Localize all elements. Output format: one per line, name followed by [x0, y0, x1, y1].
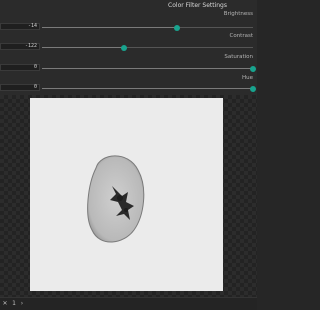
panel-title: Color Filter Settings [168, 2, 227, 9]
hue-slider[interactable] [42, 85, 256, 92]
saturation-input[interactable]: 0 [0, 64, 40, 71]
close-icon[interactable]: ✕ [1, 299, 9, 308]
bottom-toolbar: ✕ 1 › [0, 297, 257, 310]
saturation-slider[interactable] [42, 65, 256, 72]
hue-input[interactable]: 0 [0, 84, 40, 91]
contrast-slider[interactable] [42, 44, 253, 51]
hue-fill [42, 88, 253, 89]
brightness-slider[interactable] [42, 24, 253, 31]
hue-label: Hue [241, 75, 253, 81]
specimen-illustration [87, 155, 145, 243]
saturation-thumb[interactable] [250, 65, 256, 72]
preview-image [30, 98, 223, 291]
brightness-thumb[interactable] [174, 24, 181, 31]
contrast-input[interactable]: -122 [0, 43, 40, 50]
color-filter-panel: Color Filter Settings Brightness -14 Con… [0, 0, 257, 95]
preview-canvas [0, 95, 257, 297]
brightness-label: Brightness [223, 11, 253, 17]
page-indicator: 1 [12, 300, 16, 307]
hue-thumb[interactable] [250, 85, 256, 92]
contrast-thumb[interactable] [121, 44, 128, 51]
saturation-label: Saturation [224, 54, 253, 60]
saturation-fill [42, 68, 253, 69]
next-arrow-icon[interactable]: › [19, 299, 25, 308]
contrast-label: Contrast [229, 33, 253, 39]
brightness-input[interactable]: -14 [0, 23, 40, 30]
brightness-fill [42, 27, 178, 28]
contrast-fill [42, 47, 125, 48]
